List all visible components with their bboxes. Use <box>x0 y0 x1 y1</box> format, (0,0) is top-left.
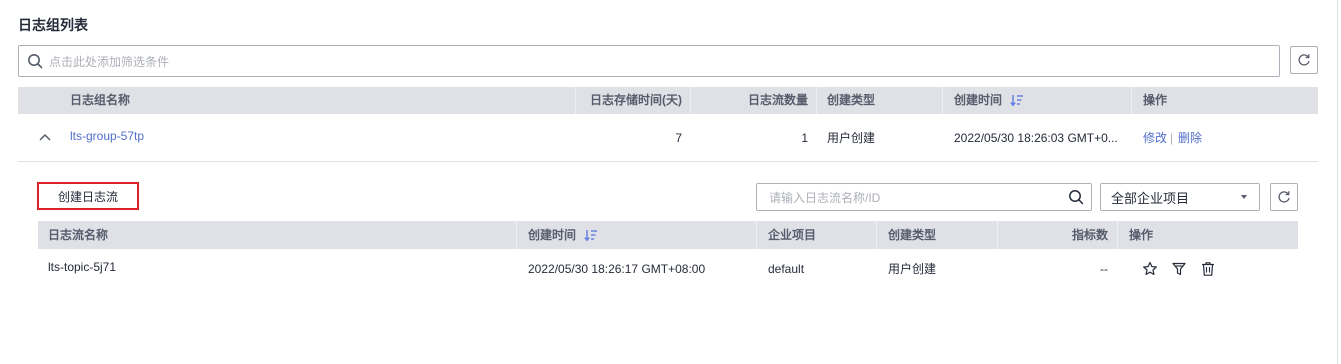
th-stream-create-type: 创建类型 <box>888 228 937 242</box>
column-divider <box>516 221 517 249</box>
column-divider <box>816 87 817 114</box>
group-table-header: 日志组名称 日志存储时间(天) 日志流数量 创建类型 创建时间 操作 <box>18 87 1318 114</box>
column-divider <box>1117 221 1118 249</box>
trash-icon[interactable] <box>1200 261 1216 277</box>
th-enterprise: 企业项目 <box>768 228 817 242</box>
stream-search-placeholder: 请输入日志流名称/ID <box>769 190 881 205</box>
group-retention: 7 <box>675 131 682 145</box>
refresh-button[interactable] <box>1290 46 1318 74</box>
chevron-down-icon <box>1241 195 1247 199</box>
th-create-time[interactable]: 创建时间 <box>954 87 1002 114</box>
stream-table-header: 日志流名称 创建时间 企业项目 创建类型 指标数 操作 <box>38 221 1298 249</box>
column-divider <box>876 221 877 249</box>
column-divider <box>756 221 757 249</box>
group-name-link[interactable]: lts-group-57tp <box>70 114 144 162</box>
refresh-icon <box>1277 190 1291 204</box>
stream-refresh-button[interactable] <box>1270 183 1298 211</box>
star-icon[interactable] <box>1142 261 1158 277</box>
page-title: 日志组列表 <box>18 17 88 33</box>
stream-enterprise: default <box>768 262 805 276</box>
th-stream-actions: 操作 <box>1129 228 1154 242</box>
column-divider <box>575 87 576 114</box>
group-create-time: 2022/05/30 18:26:03 GMT+0... <box>954 131 1118 145</box>
th-group-name: 日志组名称 <box>70 93 131 107</box>
filter-icon[interactable] <box>1171 261 1187 277</box>
filter-search-box[interactable]: 点击此处添加筛选条件 <box>18 45 1280 77</box>
enterprise-project-select[interactable]: 全部企业项目 <box>1100 183 1260 211</box>
th-actions: 操作 <box>1143 93 1168 107</box>
th-metrics: 指标数 <box>1071 228 1108 242</box>
edit-link[interactable]: 修改 <box>1143 114 1167 162</box>
column-divider <box>942 87 943 114</box>
th-create-type: 创建类型 <box>827 93 876 107</box>
stream-create-type: 用户创建 <box>888 262 937 276</box>
group-create-type: 用户创建 <box>827 131 876 145</box>
search-icon <box>27 53 43 69</box>
filter-placeholder: 点击此处添加筛选条件 <box>49 54 170 69</box>
refresh-icon <box>1297 53 1311 67</box>
group-table-row: lts-group-57tp 7 1 用户创建 2022/05/30 18:26… <box>18 114 1318 162</box>
th-stream-create-time[interactable]: 创建时间 <box>528 221 576 249</box>
create-log-stream-button[interactable]: 创建日志流 <box>37 182 139 210</box>
action-separator: | <box>1170 131 1174 145</box>
sort-icon[interactable] <box>1010 94 1024 107</box>
stream-name-link[interactable]: lts-topic-5j71 <box>48 249 116 289</box>
stream-search-input[interactable]: 请输入日志流名称/ID <box>756 183 1092 211</box>
group-stream-count: 1 <box>801 131 808 145</box>
window-edge <box>1337 0 1338 364</box>
th-stream-name: 日志流名称 <box>48 228 109 242</box>
column-divider <box>690 87 691 114</box>
enterprise-select-value: 全部企业项目 <box>1111 190 1190 206</box>
th-retention: 日志存储时间(天) <box>590 93 682 107</box>
sort-icon[interactable] <box>584 229 598 242</box>
stream-table-row: lts-topic-5j71 2022/05/30 18:26:17 GMT+0… <box>38 249 1298 289</box>
stream-metrics[interactable]: -- <box>1008 249 1108 289</box>
column-divider <box>997 221 998 249</box>
delete-link[interactable]: 删除 <box>1178 114 1202 162</box>
search-icon[interactable] <box>1061 189 1091 205</box>
chevron-up-icon[interactable] <box>38 132 52 142</box>
th-stream-count: 日志流数量 <box>747 93 808 107</box>
column-divider <box>1131 87 1132 114</box>
stream-create-time: 2022/05/30 18:26:17 GMT+08:00 <box>528 262 706 276</box>
